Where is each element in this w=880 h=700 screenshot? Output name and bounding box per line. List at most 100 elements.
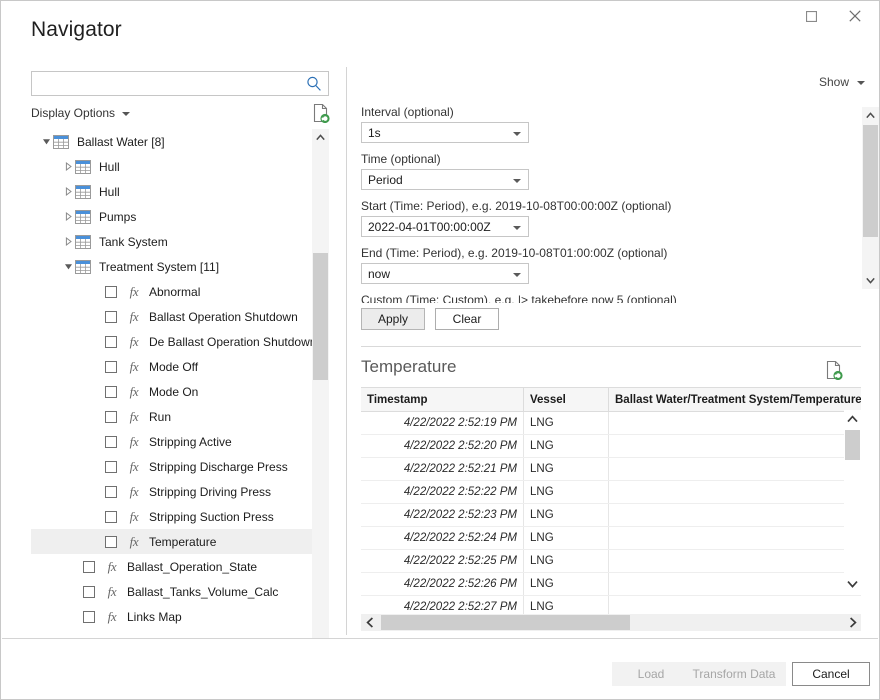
expander[interactable] [61,235,75,249]
table-row[interactable]: 4/22/2022 2:52:25 PMLNG0.34289 [361,550,861,573]
tree-item[interactable]: fxMode On [31,379,329,404]
parameters-scroll-up-button[interactable] [862,107,879,124]
parameters-scroll-thumb[interactable] [863,125,878,237]
expander[interactable] [61,185,75,199]
refresh-document-icon[interactable] [825,360,843,380]
tree-item-checkbox[interactable] [105,336,117,348]
tree-item-checkbox[interactable] [105,486,117,498]
tree-item-label: De Ballast Operation Shutdown [149,335,316,349]
tree-item-checkbox[interactable] [105,511,117,523]
table-row[interactable]: 4/22/2022 2:52:23 PMLNG0.24740 [361,504,861,527]
time-combobox[interactable]: Period [361,169,529,190]
tree-item-checkbox[interactable] [105,411,117,423]
cancel-button[interactable]: Cancel [792,662,870,686]
expander-open-icon[interactable] [64,262,73,271]
tree-item-checkbox[interactable] [105,286,117,298]
grid-scroll-down-button[interactable] [844,575,861,592]
table-row[interactable]: 4/22/2022 2:52:27 PMLNG0.43496 [361,596,861,616]
right-panel: Show Interval (optional)1sTime (optional… [347,63,879,638]
tree-item-checkbox[interactable] [105,436,117,448]
grid-hscroll-thumb[interactable] [381,615,630,630]
expander-open-icon[interactable] [42,137,51,146]
load-button[interactable]: Load [612,662,690,686]
table-row[interactable]: 4/22/2022 2:52:26 PMLNG0.38941 [361,573,861,596]
tree-item-label: Stripping Suction Press [149,510,274,524]
start-value: 2022-04-01T00:00:00Z [362,220,491,234]
expander[interactable] [61,160,75,174]
tree-item-checkbox[interactable] [83,561,95,573]
tree-item[interactable]: Treatment System [11] [31,254,329,279]
tree-scrollbar[interactable] [312,129,329,683]
show-dropdown[interactable]: Show [819,75,865,89]
end-combobox[interactable]: now [361,263,529,284]
tree-item[interactable]: fxAbnormal [31,279,329,304]
table-row[interactable]: 4/22/2022 2:52:21 PMLNG0.14943 [361,458,861,481]
maximize-button[interactable] [789,1,833,31]
expander-closed-icon[interactable] [64,162,73,171]
interval-combobox[interactable]: 1s [361,122,529,143]
table-icon [75,160,91,174]
tree-item[interactable]: fxRun [31,404,329,429]
tree-item[interactable]: Ballast Water [8] [31,129,329,154]
expander[interactable] [61,210,75,224]
apply-button[interactable]: Apply [361,308,425,330]
tree-item[interactable]: fxBallast_Operation_State [31,554,329,579]
grid-scroll-thumb[interactable] [845,430,860,460]
expander-closed-icon[interactable] [64,187,73,196]
table-row[interactable]: 4/22/2022 2:52:19 PMLNG0.04997 [361,412,861,435]
parameters-scrollbar[interactable] [862,107,879,289]
tree-item[interactable]: fxMode Off [31,354,329,379]
tree-item[interactable]: Tank System [31,229,329,254]
tree-scroll-up-button[interactable] [312,129,329,146]
tree-item-checkbox[interactable] [83,611,95,623]
search-input[interactable] [32,72,300,95]
tree-item-checkbox[interactable] [83,586,95,598]
transform-data-button[interactable]: Transform Data [682,662,786,686]
grid-scroll-up-button[interactable] [844,410,861,427]
tree-item-checkbox[interactable] [105,461,117,473]
grid-scroll-left-button[interactable] [361,614,378,631]
tree-item-checkbox[interactable] [105,386,117,398]
tree-item-checkbox[interactable] [105,536,117,548]
refresh-document-icon[interactable] [312,103,330,123]
tree-item[interactable]: fxStripping Active [31,429,329,454]
column-header[interactable]: Ballast Water/Treatment System/Temperatu… [609,388,862,412]
function-icon: fx [126,459,142,475]
table-row[interactable]: 4/22/2022 2:52:22 PMLNG0.19866 [361,481,861,504]
tree-item[interactable]: Pumps [31,204,329,229]
table-row[interactable]: 4/22/2022 2:52:20 PMLNG0.09983 [361,435,861,458]
display-options-dropdown[interactable]: Display Options [31,106,130,120]
tree-item[interactable]: fxStripping Driving Press [31,479,329,504]
expander-closed-icon[interactable] [64,237,73,246]
tree-item[interactable]: Hull [31,154,329,179]
table-row[interactable]: 4/22/2022 2:52:24 PMLNG0.29552 [361,527,861,550]
search-box[interactable] [31,71,329,96]
preview-grid[interactable]: TimestampVesselBallast Water/Treatment S… [361,387,861,615]
tree-item-label: Mode On [149,385,198,399]
grid-vertical-scrollbar[interactable] [844,410,861,592]
tree-scroll-thumb[interactable] [313,253,328,380]
tree-item[interactable]: fxTemperature [31,529,329,554]
expander[interactable] [61,260,75,274]
tree-item[interactable]: fxStripping Discharge Press [31,454,329,479]
expander[interactable] [39,135,53,149]
tree-item[interactable]: Hull [31,179,329,204]
column-header[interactable]: Vessel [524,388,609,412]
grid-scroll-right-button[interactable] [844,614,861,631]
search-icon[interactable] [305,75,323,93]
tree-item-checkbox[interactable] [105,311,117,323]
expander-closed-icon[interactable] [64,212,73,221]
tree-item[interactable]: fxBallast_Tanks_Volume_Calc [31,579,329,604]
tree-item[interactable]: fxBallast Operation Shutdown [31,304,329,329]
grid-horizontal-scrollbar[interactable] [361,614,861,631]
column-header[interactable]: Timestamp [361,388,524,412]
navigator-tree[interactable]: Ballast Water [8]HullHullPumpsTank Syste… [31,129,329,629]
tree-item[interactable]: fxStripping Suction Press [31,504,329,529]
close-button[interactable] [833,1,877,31]
parameters-scroll-down-button[interactable] [862,272,879,289]
tree-item[interactable]: fxDe Ballast Operation Shutdown [31,329,329,354]
start-combobox[interactable]: 2022-04-01T00:00:00Z [361,216,529,237]
tree-item[interactable]: fxLinks Map [31,604,329,629]
clear-button[interactable]: Clear [435,308,499,330]
tree-item-checkbox[interactable] [105,361,117,373]
